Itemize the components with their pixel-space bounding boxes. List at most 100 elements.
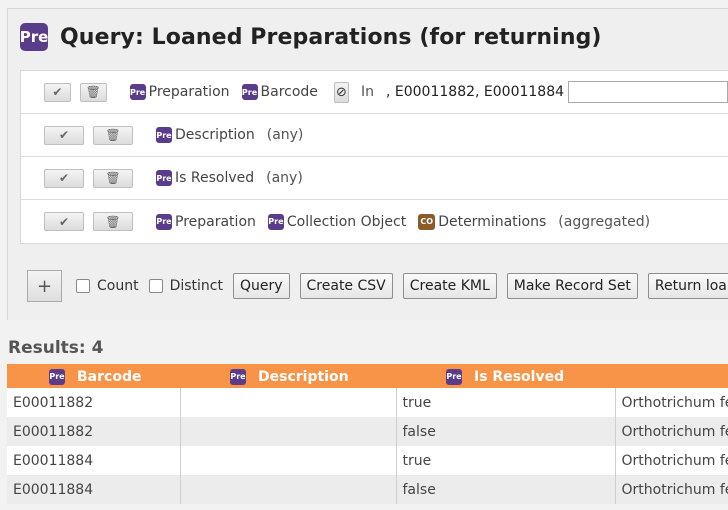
column-header-label: Barcode [77, 368, 142, 385]
field-chip-preparation[interactable]: Pre Preparation [156, 213, 256, 230]
return-loan-button[interactable]: Return loa [647, 273, 728, 299]
cell-is-resolved: true [396, 446, 616, 475]
results-header-row: Pre Barcode Pre Description Pre Is Resolved [7, 364, 728, 388]
query-builder-window: Pre Query: Loaned Preparations (for retu… [0, 0, 728, 510]
cell-barcode: E00011884 [7, 475, 181, 504]
check-icon: ✔ [58, 214, 70, 229]
preparation-table-icon: Pre [156, 213, 172, 230]
cell-determination: Orthotrichum fe [615, 475, 728, 504]
cell-barcode: E00011882 [7, 417, 181, 446]
trash-icon: 🗑 [105, 128, 121, 142]
field-label: Barcode [260, 84, 318, 100]
line-delete-button[interactable]: 🗑 [93, 125, 133, 145]
checkbox-label: Distinct [169, 278, 223, 294]
preparation-table-icon: Pre [267, 213, 284, 230]
results-grid: Pre Barcode Pre Description Pre Is Resolved… [7, 364, 728, 504]
query-button[interactable]: Query [232, 273, 290, 299]
preparation-table-icon: Pre [230, 368, 246, 385]
line-toggle-button[interactable]: ✔ [44, 212, 84, 231]
cell-is-resolved: false [396, 475, 616, 504]
trash-icon: 🗑 [105, 214, 121, 229]
table-row[interactable]: E00011884 true Orthotrichum fe [7, 446, 728, 475]
filter-modifier[interactable]: (any) [266, 170, 303, 186]
table-row[interactable]: E00011884 false Orthotrichum fe [7, 475, 728, 504]
filter-modifier[interactable]: (aggregated) [558, 214, 650, 230]
field-label: Preparation [148, 84, 230, 100]
field-chip-barcode[interactable]: Pre Barcode [241, 84, 318, 100]
trash-icon: 🗑 [105, 171, 121, 185]
cell-description [180, 417, 397, 446]
check-icon: ✔ [58, 128, 70, 142]
operator-select[interactable]: In [361, 84, 374, 100]
column-header-is-resolved[interactable]: Pre Is Resolved [396, 364, 615, 388]
filter-value-input[interactable] [568, 81, 728, 103]
field-label: Preparation [175, 213, 256, 230]
filter-value: , E00011882, E00011884 [386, 84, 565, 100]
cell-barcode: E00011884 [7, 446, 181, 475]
add-field-button[interactable]: + [27, 270, 62, 302]
line-toggle-button[interactable]: ✔ [44, 168, 84, 188]
preparation-table-icon: Pre [49, 368, 65, 385]
cell-determination: Orthotrichum fe [615, 388, 728, 417]
cell-is-resolved: false [396, 417, 616, 446]
create-kml-button[interactable]: Create KML [402, 273, 497, 299]
check-icon: ✔ [58, 171, 70, 185]
results-count: Results: 4 [8, 338, 104, 358]
field-chip-description[interactable]: Pre Description [156, 127, 255, 143]
negate-icon: ⊘ [336, 84, 347, 100]
query-toolbar: + Count Distinct Query Create CSV Create… [27, 270, 728, 302]
column-header-description[interactable]: Pre Description [180, 364, 396, 388]
column-header-determination[interactable] [615, 364, 728, 388]
column-header-label: Description [258, 368, 349, 385]
page-title: Query: Loaned Preparations (for returnin… [60, 24, 602, 50]
query-lines: ✔ 🗑 Pre Preparation Pre Barcode ⊘ In , E… [20, 70, 728, 244]
table-row[interactable]: E00011882 true Orthotrichum fe [7, 388, 728, 417]
checkbox-box[interactable] [76, 279, 90, 293]
preparation-table-icon: Pre [129, 84, 146, 100]
trash-icon: 🗑 [85, 85, 101, 99]
table-row[interactable]: E00011882 false Orthotrichum fe [7, 417, 728, 446]
line-toggle-button[interactable]: ✔ [44, 82, 71, 102]
preparation-table-icon: Pre [446, 368, 462, 385]
field-chip-determinations[interactable]: CO Determinations [418, 213, 547, 230]
line-toggle-button[interactable]: ✔ [44, 125, 84, 145]
check-icon: ✔ [52, 85, 63, 99]
field-label: Collection Object [286, 213, 407, 230]
cell-description [180, 475, 397, 504]
preparation-table-icon: Pre [20, 23, 48, 51]
cell-description [180, 446, 397, 475]
checkbox-label: Count [97, 278, 139, 294]
distinct-checkbox[interactable]: Distinct [148, 278, 223, 294]
field-label: Description [175, 127, 255, 143]
column-header-label: Is Resolved [474, 368, 565, 385]
query-line-barcode: ✔ 🗑 Pre Preparation Pre Barcode ⊘ In , E… [21, 71, 728, 114]
cell-is-resolved: true [396, 388, 616, 417]
preparation-table-icon: Pre [241, 84, 258, 100]
field-chip-is-resolved[interactable]: Pre Is Resolved [156, 170, 254, 186]
make-record-set-button[interactable]: Make Record Set [506, 273, 638, 299]
cell-barcode: E00011882 [7, 388, 181, 417]
field-label: Determinations [438, 213, 547, 230]
negate-button[interactable]: ⊘ [333, 81, 349, 103]
column-header-barcode[interactable]: Pre Barcode [7, 364, 180, 388]
filter-modifier[interactable]: (any) [267, 127, 304, 143]
query-line-description: ✔ 🗑 Pre Description (any) [21, 114, 728, 157]
field-chip-preparation[interactable]: Pre Preparation [129, 84, 230, 100]
query-line-is-resolved: ✔ 🗑 Pre Is Resolved (any) [21, 157, 728, 200]
count-checkbox[interactable]: Count [76, 278, 139, 294]
cell-determination: Orthotrichum fe [615, 417, 728, 446]
collection-object-table-icon: CO [418, 213, 436, 230]
field-label: Is Resolved [175, 170, 255, 186]
line-delete-button[interactable]: 🗑 [79, 82, 107, 102]
field-chip-collection-object[interactable]: Pre Collection Object [267, 213, 407, 230]
preparation-table-icon: Pre [156, 127, 172, 143]
preparation-table-icon: Pre [156, 170, 172, 186]
page-header: Pre Query: Loaned Preparations (for retu… [20, 22, 602, 52]
line-delete-button[interactable]: 🗑 [93, 168, 133, 188]
cell-determination: Orthotrichum fe [615, 446, 728, 475]
cell-description [180, 388, 397, 417]
create-csv-button[interactable]: Create CSV [299, 273, 393, 299]
query-line-determinations: ✔ 🗑 Pre Preparation Pre Collection Objec… [21, 200, 728, 243]
line-delete-button[interactable]: 🗑 [93, 212, 133, 231]
checkbox-box[interactable] [148, 279, 163, 293]
